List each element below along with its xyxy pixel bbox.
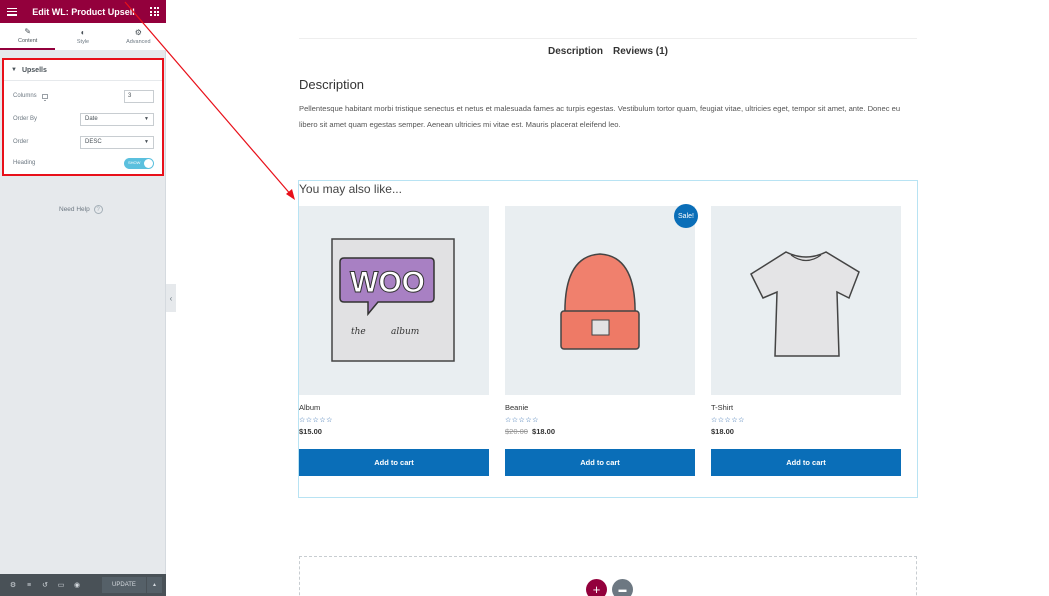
editor-panel: Edit WL: Product Upsell ✎ Content ◐ Styl… (0, 0, 166, 596)
tshirt-image (750, 251, 860, 357)
tab-advanced[interactable]: ⚙ Advanced (111, 23, 166, 50)
product-card: Beanie ☆☆☆☆☆ $20.00 $18.00 Add to cart (505, 206, 695, 476)
divider (299, 38, 917, 39)
product-price: $20.00 $18.00 (505, 427, 695, 437)
panel-title: Edit WL: Product Upsell (32, 6, 135, 17)
need-help-link[interactable]: Need Help ? (59, 205, 103, 214)
add-to-cart-button[interactable]: Add to cart (299, 449, 489, 476)
rating-stars-icon: ☆☆☆☆☆ (299, 417, 333, 424)
tab-content[interactable]: ✎ Content (0, 23, 56, 50)
product-card: WOO the album Album ☆☆☆☆☆ $15.00 Add to … (299, 206, 489, 476)
add-section-plus-icon[interactable]: + (586, 579, 607, 596)
question-icon: ? (93, 205, 103, 214)
menu-icon[interactable] (7, 7, 17, 16)
product-image-beanie[interactable] (505, 206, 695, 395)
svg-text:album: album (391, 327, 419, 337)
add-section-dropzone[interactable] (299, 556, 917, 596)
caret-down-icon: ▼ (11, 67, 17, 73)
order-by-value: Date (85, 116, 98, 122)
description-title: Description (299, 77, 365, 92)
columns-input[interactable]: 3 (124, 89, 154, 103)
pencil-icon: ✎ (24, 26, 32, 36)
need-help-label: Need Help (59, 206, 90, 213)
heading-toggle[interactable]: SHOW (124, 157, 154, 169)
collapse-panel-handle[interactable]: ‹ (166, 284, 176, 312)
gear-icon: ⚙ (134, 27, 142, 37)
heading-label: Heading (13, 160, 36, 166)
product-tabs: Description Reviews (1) (299, 46, 917, 57)
chevron-down-icon: ▼ (144, 116, 149, 122)
chevron-down-icon: ▼ (144, 139, 149, 145)
add-to-cart-button[interactable]: Add to cart (711, 449, 901, 476)
panel-tabs: ✎ Content ◐ Style ⚙ Advanced (0, 23, 166, 51)
order-by-control: Order By Date ▼ (13, 112, 154, 126)
product-name[interactable]: T-Shirt (711, 403, 901, 413)
template-folder-icon[interactable]: ▬ (612, 579, 633, 596)
settings-icon[interactable]: ⚙ (5, 574, 21, 596)
update-button[interactable]: UPDATE (102, 577, 146, 593)
toggle-knob (144, 158, 153, 168)
sale-badge: Sale! (674, 204, 698, 228)
description-text: Pellentesque habitant morbi tristique se… (299, 104, 901, 129)
toggle-state-label: SHOW (128, 160, 141, 165)
album-image: WOO the album (331, 238, 455, 362)
panel-footer: ⚙ ≡ ↺ ▭ ◉ UPDATE ▲ (0, 574, 166, 596)
price-old: $20.00 (505, 427, 528, 436)
order-by-select[interactable]: Date ▼ (80, 112, 154, 126)
svg-text:WOO: WOO (350, 266, 425, 299)
order-value: DESC (85, 139, 102, 145)
panel-header: Edit WL: Product Upsell (0, 0, 166, 23)
price-current: $15.00 (299, 427, 322, 436)
product-price: $18.00 (711, 427, 901, 437)
rating-stars-icon: ☆☆☆☆☆ (505, 417, 539, 424)
widgets-grid-icon[interactable] (150, 7, 159, 16)
desktop-icon[interactable] (41, 93, 48, 101)
product-price: $15.00 (299, 427, 489, 437)
order-select[interactable]: DESC ▼ (80, 135, 154, 149)
product-name[interactable]: Album (299, 403, 489, 413)
add-to-cart-button[interactable]: Add to cart (505, 449, 695, 476)
upsells-section: ▼ Upsells Columns 3 Order By Date ▼ Orde… (2, 58, 164, 176)
heading-control: Heading SHOW (13, 156, 154, 170)
columns-label: Columns (13, 93, 37, 99)
product-image-album[interactable]: WOO the album (299, 206, 489, 395)
order-by-label: Order By (13, 116, 38, 122)
responsive-icon[interactable]: ▭ (53, 574, 69, 596)
tab-description[interactable]: Description (548, 46, 603, 57)
tab-content-label: Content (18, 37, 38, 44)
rating-stars-icon: ☆☆☆☆☆ (711, 417, 745, 424)
update-options-caret-icon[interactable]: ▲ (146, 577, 162, 593)
tab-advanced-label: Advanced (126, 38, 151, 45)
product-name[interactable]: Beanie (505, 403, 695, 413)
order-label: Order (13, 139, 29, 145)
order-control: Order DESC ▼ (13, 135, 154, 149)
navigator-icon[interactable]: ≡ (21, 574, 37, 596)
tab-style[interactable]: ◐ Style (55, 23, 110, 50)
history-icon[interactable]: ↺ (37, 574, 53, 596)
tab-reviews[interactable]: Reviews (1) (613, 46, 668, 57)
section-title: Upsells (21, 66, 47, 74)
price-current: $18.00 (711, 427, 734, 436)
svg-text:the: the (351, 327, 366, 337)
columns-control: Columns 3 (13, 89, 154, 103)
half-circle-icon: ◐ (80, 27, 86, 37)
beanie-image (560, 253, 640, 350)
product-card: T-Shirt ☆☆☆☆☆ $18.00 Add to cart (711, 206, 901, 476)
product-image-tshirt[interactable] (711, 206, 901, 395)
upsell-heading: You may also like... (299, 182, 402, 196)
preview-eye-icon[interactable]: ◉ (69, 574, 85, 596)
tab-style-label: Style (76, 38, 90, 45)
price-current: $18.00 (532, 427, 555, 436)
section-toggle[interactable]: ▼ Upsells (4, 60, 162, 81)
